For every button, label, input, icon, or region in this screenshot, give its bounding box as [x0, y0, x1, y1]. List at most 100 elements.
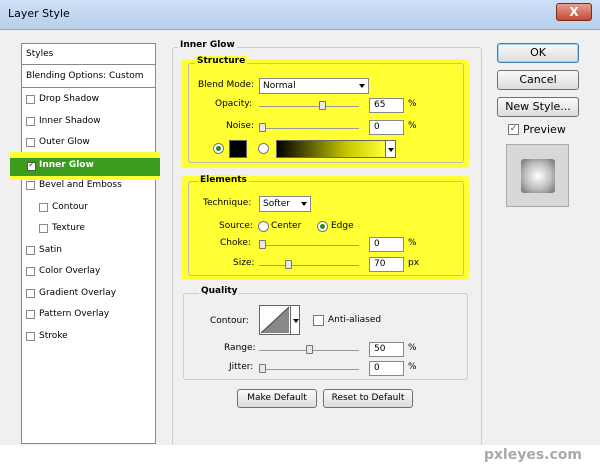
size-slider-thumb[interactable]: [285, 260, 293, 269]
style-drop-shadow[interactable]: Drop Shadow: [22, 89, 155, 110]
technique-value: Softer: [263, 199, 290, 209]
style-label: Texture: [52, 223, 85, 233]
contour-dropdown[interactable]: [290, 305, 300, 335]
style-outer-glow[interactable]: Outer Glow: [22, 132, 155, 153]
drop-shadow-checkbox[interactable]: [26, 95, 35, 104]
jitter-input[interactable]: 0: [369, 361, 404, 376]
noise-unit: %: [408, 121, 417, 131]
source-center-radio[interactable]: [258, 221, 269, 232]
styles-header-label: Styles: [26, 49, 54, 59]
jitter-slider-track[interactable]: [259, 369, 359, 370]
elements-title: Elements: [198, 175, 249, 185]
opacity-unit: %: [408, 99, 417, 109]
make-default-button[interactable]: Make Default: [237, 389, 317, 408]
cancel-button[interactable]: Cancel: [497, 70, 579, 90]
style-inner-shadow[interactable]: Inner Shadow: [22, 111, 155, 132]
choke-slider-thumb[interactable]: [259, 240, 266, 249]
styles-list: Styles Blending Options: Custom Drop Sha…: [21, 43, 156, 444]
styles-header[interactable]: Styles: [22, 44, 155, 65]
outer-glow-checkbox[interactable]: [26, 138, 35, 147]
style-label: Drop Shadow: [39, 94, 100, 104]
color-overlay-checkbox[interactable]: [26, 267, 35, 276]
size-input[interactable]: 70: [369, 257, 404, 272]
style-inner-glow[interactable]: Inner Glow: [10, 158, 160, 176]
source-edge-radio[interactable]: [317, 221, 328, 232]
choke-unit: %: [408, 238, 417, 248]
inner-shadow-checkbox[interactable]: [26, 117, 35, 126]
style-label: Satin: [39, 245, 62, 255]
jitter-unit: %: [408, 362, 417, 372]
glow-color-swatch[interactable]: [229, 140, 247, 158]
noise-slider-track[interactable]: [259, 128, 359, 129]
technique-select[interactable]: Softer: [259, 196, 311, 212]
style-label: Inner Glow: [39, 160, 94, 170]
preview-label: Preview: [523, 123, 566, 136]
gradient-radio[interactable]: [258, 143, 269, 154]
chevron-down-icon: [359, 84, 365, 88]
anti-aliased-label: Anti-aliased: [328, 315, 382, 325]
noise-input[interactable]: 0: [369, 120, 404, 135]
contour-picker[interactable]: [259, 305, 291, 335]
reset-default-button[interactable]: Reset to Default: [323, 389, 413, 408]
style-label: Gradient Overlay: [39, 288, 117, 298]
choke-slider-track[interactable]: [259, 245, 359, 246]
contour-label: Contour:: [210, 316, 249, 326]
quality-group: [183, 293, 468, 380]
chevron-down-icon: [293, 319, 299, 323]
range-label: Range:: [224, 343, 256, 353]
style-label: Color Overlay: [39, 266, 101, 276]
close-button[interactable]: X: [556, 3, 592, 21]
style-color-overlay[interactable]: Color Overlay: [22, 261, 155, 282]
new-style-button[interactable]: New Style...: [497, 97, 579, 117]
ok-button[interactable]: OK: [497, 43, 579, 63]
opacity-slider-thumb[interactable]: [319, 101, 327, 110]
jitter-slider-thumb[interactable]: [259, 364, 266, 373]
style-label: Contour: [52, 202, 88, 212]
size-label: Size:: [233, 258, 255, 268]
style-satin[interactable]: Satin: [22, 240, 155, 261]
inner-glow-checkbox[interactable]: [27, 160, 36, 171]
title-bar: Layer Style X: [0, 0, 600, 30]
style-pattern-overlay[interactable]: Pattern Overlay: [22, 304, 155, 325]
style-texture[interactable]: Texture: [22, 218, 155, 239]
stroke-checkbox[interactable]: [26, 332, 35, 341]
blend-mode-select[interactable]: Normal: [259, 78, 369, 94]
blending-options[interactable]: Blending Options: Custom: [22, 66, 155, 88]
style-gradient-overlay[interactable]: Gradient Overlay: [22, 283, 155, 304]
quality-title: Quality: [199, 286, 240, 296]
range-unit: %: [408, 343, 417, 353]
range-input[interactable]: 50: [369, 342, 404, 357]
bevel-emboss-checkbox[interactable]: [26, 181, 35, 190]
panel-title: Inner Glow: [178, 40, 237, 50]
style-label: Inner Shadow: [39, 116, 101, 126]
pattern-overlay-checkbox[interactable]: [26, 310, 35, 319]
preview-checkbox[interactable]: ✓: [508, 124, 519, 135]
gradient-overlay-checkbox[interactable]: [26, 289, 35, 298]
gradient-dropdown[interactable]: [385, 140, 396, 158]
preview-box: [506, 144, 569, 207]
texture-checkbox[interactable]: [39, 224, 48, 233]
source-edge-label: Edge: [331, 221, 354, 231]
style-contour[interactable]: Contour: [22, 197, 155, 218]
opacity-slider-track[interactable]: [259, 106, 359, 107]
satin-checkbox[interactable]: [26, 246, 35, 255]
blending-options-label: Blending Options: Custom: [26, 71, 144, 81]
size-slider-track[interactable]: [259, 265, 359, 266]
gradient-swatch[interactable]: [276, 140, 386, 158]
opacity-label: Opacity:: [215, 99, 252, 109]
opacity-input[interactable]: 65: [369, 98, 404, 113]
style-label: Pattern Overlay: [39, 309, 110, 319]
style-stroke[interactable]: Stroke: [22, 326, 155, 347]
size-unit: px: [408, 258, 420, 268]
watermark: pxleyes.com: [483, 447, 582, 463]
noise-slider-thumb[interactable]: [259, 123, 266, 132]
style-label: Stroke: [39, 331, 68, 341]
blend-mode-value: Normal: [263, 81, 296, 91]
noise-label: Noise:: [226, 121, 254, 131]
anti-aliased-checkbox[interactable]: [313, 315, 324, 326]
range-slider-thumb[interactable]: [305, 345, 313, 354]
contour-checkbox[interactable]: [39, 203, 48, 212]
choke-input[interactable]: 0: [369, 237, 404, 252]
color-radio[interactable]: [213, 143, 224, 154]
preview-swatch: [521, 159, 555, 193]
